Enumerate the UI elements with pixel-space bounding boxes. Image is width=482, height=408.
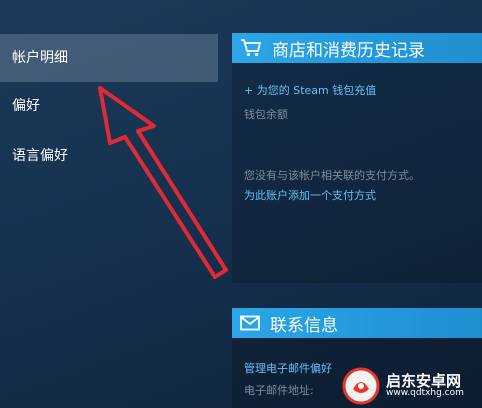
sidebar-item-label: 偏好: [12, 98, 40, 114]
sidebar-item-language-preferences[interactable]: 语言偏好: [0, 132, 218, 180]
store-history-panel: 商店和消费历史记录 + 为您的 Steam 钱包充值 钱包余额 您没有与该帐户相…: [232, 33, 482, 283]
store-history-header: 商店和消费历史记录: [232, 33, 482, 63]
watermark: 启东安卓网 www.qdtxhg.com: [342, 364, 482, 408]
mail-icon: [240, 315, 260, 331]
watermark-text: 启东安卓网 www.qdtxhg.com: [386, 373, 464, 399]
cart-icon: [241, 39, 262, 57]
wallet-balance-label: 钱包余额: [244, 108, 288, 121]
no-payment-method-text: 您没有与该帐户相关联的支付方式。: [244, 169, 420, 182]
account-sidebar: 帐户明细 偏好 语言偏好: [0, 0, 222, 408]
email-address-label: 电子邮件地址:: [244, 384, 314, 397]
sidebar-item-preferences[interactable]: 偏好: [0, 82, 218, 130]
watermark-brand: 启东安卓网: [386, 371, 462, 390]
watermark-url: www.qdtxhg.com: [386, 388, 464, 399]
watermark-logo-icon: [342, 367, 380, 405]
sidebar-item-label: 帐户明细: [12, 50, 68, 66]
manage-email-preferences-link[interactable]: 管理电子邮件偏好: [244, 360, 332, 376]
contact-info-header: 联系信息: [232, 308, 482, 338]
add-wallet-funds-link[interactable]: + 为您的 Steam 钱包充值: [244, 82, 376, 98]
store-history-title: 商店和消费历史记录: [272, 40, 425, 61]
contact-info-title: 联系信息: [270, 315, 338, 336]
sidebar-item-account-details[interactable]: 帐户明细: [0, 34, 218, 82]
sidebar-item-label: 语言偏好: [12, 148, 68, 164]
add-payment-method-link[interactable]: 为此账户添加一个支付方式: [244, 187, 376, 203]
